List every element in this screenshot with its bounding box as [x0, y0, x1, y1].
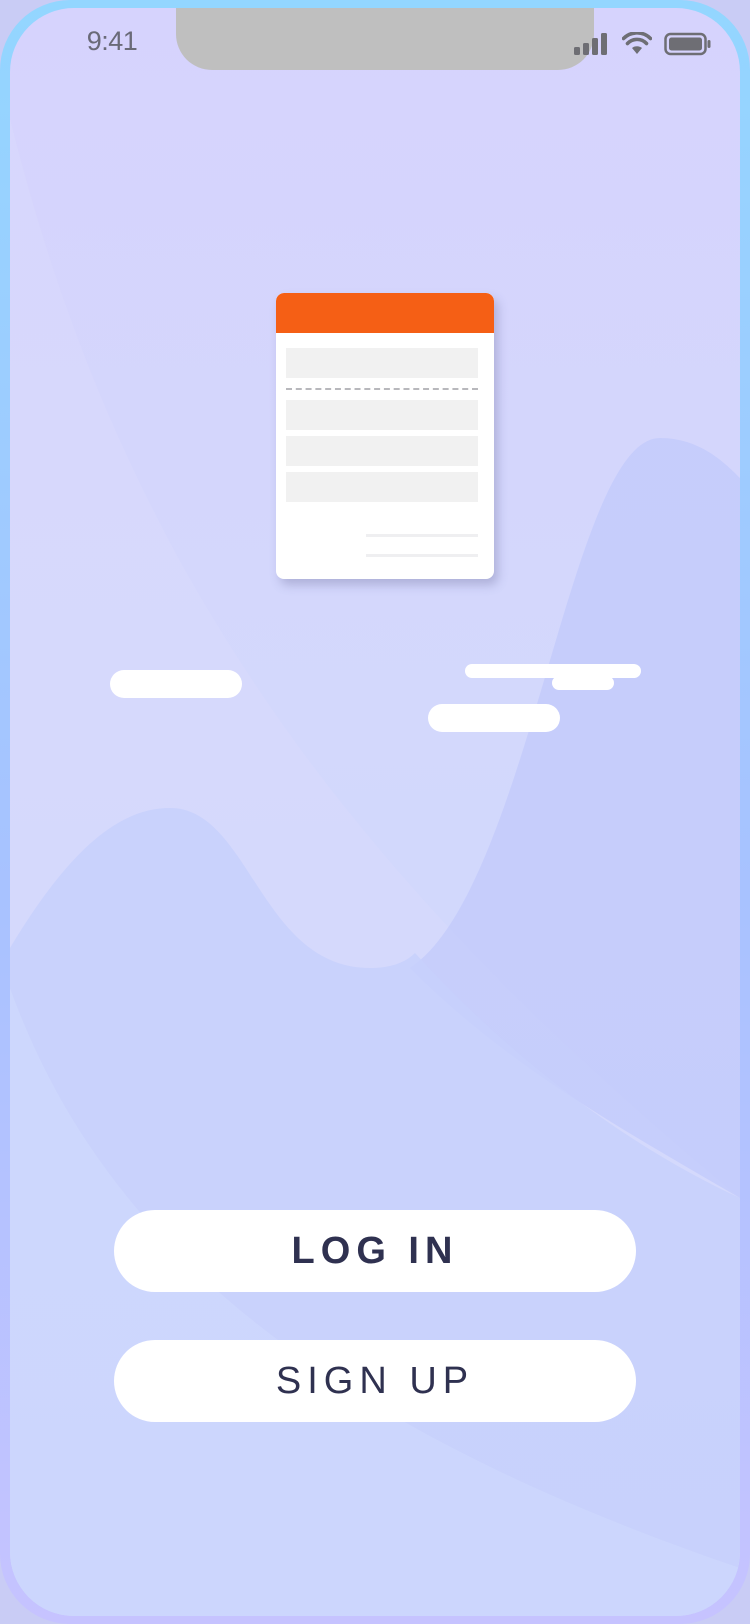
document-total-line — [366, 534, 478, 537]
cloud-decoration — [110, 670, 242, 698]
cellular-signal-icon — [574, 32, 610, 61]
wifi-icon — [621, 31, 653, 61]
document-row — [286, 472, 478, 502]
document-divider — [286, 388, 478, 390]
document-row — [286, 348, 478, 378]
status-time: 9:41 — [86, 26, 138, 56]
signup-button[interactable]: SIGN UP — [114, 1340, 636, 1422]
document-row — [286, 436, 478, 466]
cloud-decoration — [552, 676, 614, 690]
document-total-line — [366, 554, 478, 557]
battery-icon — [664, 32, 712, 61]
status-icons — [574, 31, 712, 61]
login-button[interactable]: LOG IN — [114, 1210, 636, 1292]
document-row — [286, 400, 478, 430]
device-notch — [176, 8, 594, 70]
cloud-decoration — [428, 704, 560, 732]
app-screen: 9:41 LOG IN SIGN UP — [10, 8, 740, 1616]
cloud-decoration — [465, 664, 641, 678]
document-receipt-icon — [276, 293, 494, 579]
device-frame: 9:41 LOG IN SIGN UP — [0, 0, 750, 1624]
document-header-bar — [276, 293, 494, 333]
